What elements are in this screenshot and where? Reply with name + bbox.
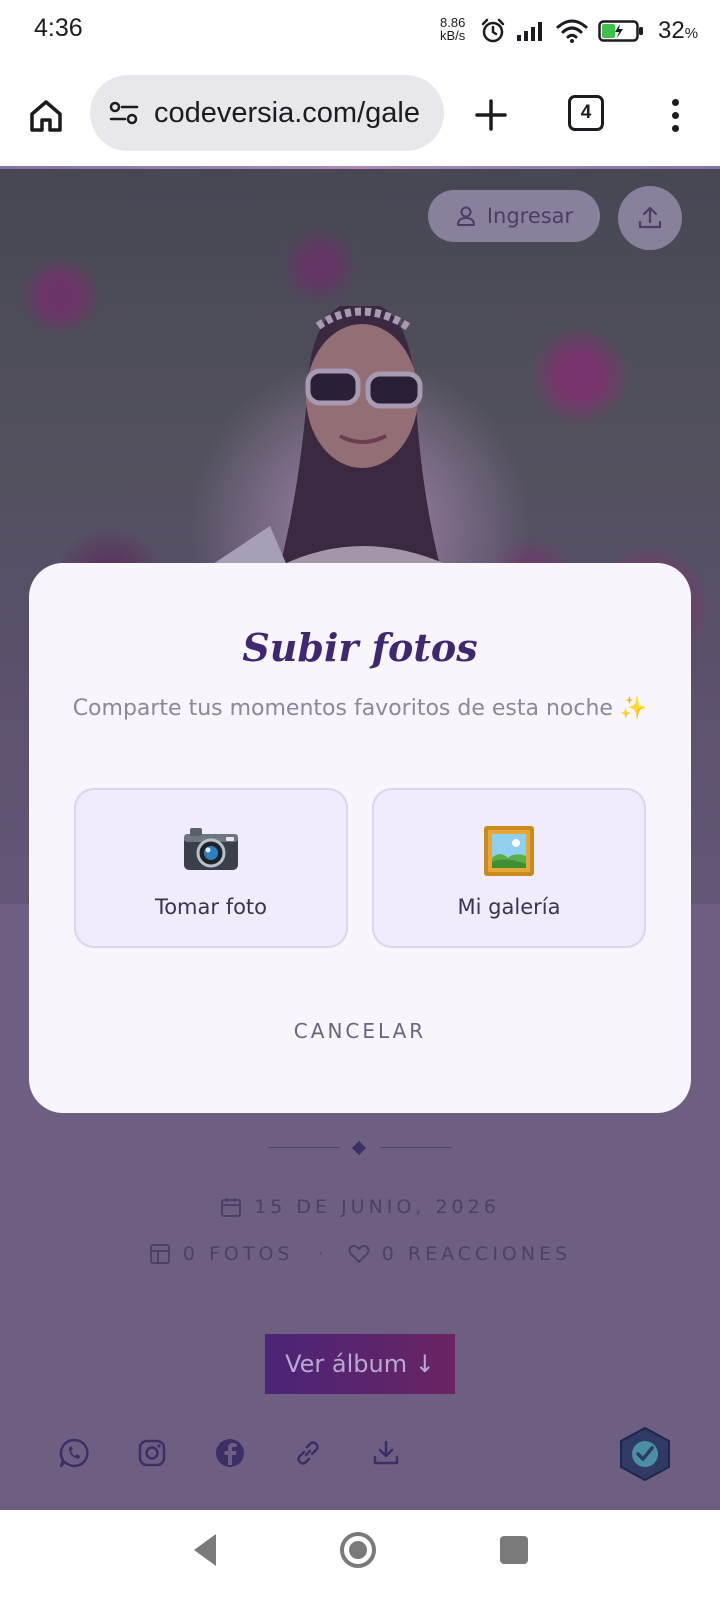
dialog-title: Subir fotos [242, 625, 478, 670]
status-time: 4:36 [34, 14, 83, 42]
link-icon [297, 1441, 319, 1465]
status-icons: 32% [480, 16, 698, 46]
cancel-label: CANCELAR [293, 1019, 427, 1043]
download-icon [373, 1440, 399, 1465]
back-icon[interactable] [186, 1530, 226, 1570]
system-nav-bar [0, 1510, 720, 1600]
date-text: 15 DE JUNIO, 2026 [254, 1196, 500, 1218]
menu-dot [671, 111, 679, 119]
new-tab-button[interactable] [466, 90, 516, 140]
home-nav-icon[interactable] [338, 1530, 378, 1570]
menu-dot [671, 124, 679, 132]
site-settings-button[interactable] [104, 99, 144, 127]
status-bar: 4:36 8.86 kB/s 32% [0, 0, 720, 62]
dialog-subtitle: Comparte tus momentos favoritos de esta … [72, 696, 648, 721]
network-speed-unit: kB/s [440, 28, 466, 43]
more-menu-button[interactable] [660, 90, 690, 140]
my-gallery-label: Mi galería [457, 895, 561, 919]
my-gallery-button[interactable]: Mi galería [372, 788, 646, 948]
page-top-accent [0, 166, 720, 169]
whatsapp-icon [59, 1438, 89, 1468]
heart-icon [348, 1244, 370, 1263]
share-button[interactable] [618, 186, 682, 250]
cancel-button[interactable]: CANCELAR [260, 1009, 460, 1053]
new-tab-plus-icon [475, 99, 507, 131]
recent-apps-icon[interactable] [500, 1536, 528, 1564]
view-album-button[interactable]: Ver álbum ↓ [265, 1334, 455, 1394]
address-bar[interactable]: codeversia.com/gale [90, 75, 444, 151]
diamond-icon [351, 1140, 367, 1156]
download-button[interactable] [368, 1435, 404, 1471]
instagram-icon [138, 1439, 166, 1467]
user-icon [456, 206, 475, 226]
home-button[interactable] [22, 92, 70, 140]
take-photo-label: Tomar foto [154, 895, 268, 919]
instagram-button[interactable] [134, 1435, 170, 1471]
album-stats: 0 FOTOS · 0 REACCIONES [0, 1243, 720, 1265]
facebook-button[interactable] [212, 1435, 248, 1471]
wifi-icon [556, 19, 588, 43]
browser-toolbar: codeversia.com/gale 4 [0, 62, 720, 166]
share-links [56, 1435, 404, 1471]
battery-percent: 32% [658, 17, 699, 44]
tab-count: 4 [580, 102, 592, 123]
ornament-divider [268, 1140, 452, 1156]
divider-line-left [268, 1147, 340, 1148]
facebook-icon [216, 1439, 244, 1467]
reaction-count: 0 REACCIONES [381, 1243, 572, 1265]
gallery-grid-icon [149, 1244, 170, 1264]
photo-count: 0 FOTOS [182, 1243, 294, 1265]
more-menu-icon [671, 98, 679, 106]
upload-photos-dialog: Subir fotos Comparte tus momentos favori… [29, 563, 691, 1113]
home-icon [30, 100, 62, 132]
take-photo-button[interactable]: Tomar foto [74, 788, 348, 948]
alarm-icon [481, 18, 505, 43]
view-album-label: Ver álbum ↓ [285, 1350, 435, 1378]
upload-icon [638, 206, 662, 229]
login-button[interactable]: Ingresar [428, 190, 600, 242]
camera-icon [76, 824, 346, 874]
network-speed: 8.86 kB/s [440, 16, 465, 42]
tabs-button[interactable]: 4 [568, 95, 604, 131]
url-text[interactable]: codeversia.com/gale [154, 97, 420, 130]
login-label: Ingresar [486, 204, 574, 228]
event-date: 15 DE JUNIO, 2026 [0, 1196, 720, 1218]
stat-separator: · [317, 1243, 324, 1264]
framed-picture-icon [374, 824, 644, 878]
divider-line-right [380, 1147, 452, 1148]
signal-icon [517, 22, 542, 41]
site-settings-icon [109, 101, 139, 125]
calendar-icon [221, 1198, 242, 1217]
battery-charging-icon [598, 20, 643, 42]
copy-link-button[interactable] [290, 1435, 326, 1471]
verified-badge-icon[interactable] [618, 1426, 672, 1482]
whatsapp-button[interactable] [56, 1435, 92, 1471]
